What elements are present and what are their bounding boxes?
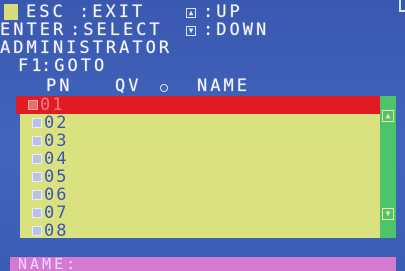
list-item[interactable]: 08	[20, 222, 380, 240]
list-item[interactable]: 03	[20, 132, 380, 150]
qv-checkbox[interactable]	[32, 190, 42, 200]
list-item[interactable]: 07	[20, 204, 380, 222]
list-item[interactable]: 06	[20, 186, 380, 204]
port-number: 06	[44, 185, 69, 205]
scrollbar[interactable]: ▲ ▼	[380, 96, 396, 238]
indicator-block	[4, 4, 18, 20]
up-arrow-icon: ▲	[186, 8, 196, 18]
column-name: NAME	[197, 76, 250, 96]
sun-icon	[160, 84, 168, 92]
qv-checkbox[interactable]	[32, 154, 42, 164]
qv-checkbox[interactable]	[32, 226, 42, 236]
scroll-up-icon[interactable]: ▲	[382, 110, 394, 122]
list-item[interactable]: 02	[20, 114, 380, 132]
up-label[interactable]: :UP	[203, 3, 243, 21]
qv-checkbox[interactable]	[32, 172, 42, 182]
esc-key-label: ESC	[26, 2, 66, 22]
corner-mark	[399, 0, 405, 12]
name-label: NAME:	[18, 255, 79, 271]
port-number: 04	[44, 149, 69, 169]
list-item[interactable]: 05	[20, 168, 380, 186]
down-arrow-icon: ▼	[186, 26, 196, 36]
scroll-down-icon[interactable]: ▼	[382, 208, 394, 220]
port-number: 02	[44, 113, 69, 133]
qv-checkbox[interactable]	[32, 208, 42, 218]
qv-checkbox[interactable]	[32, 136, 42, 146]
port-number: 05	[44, 167, 69, 187]
port-number: 08	[44, 221, 69, 241]
osd-screen: ESC :EXIT ▲ :UP ENTER :SELECT ▼ :DOWN AD…	[0, 0, 405, 271]
down-label[interactable]: :DOWN	[203, 21, 269, 39]
column-qv: QV	[115, 76, 142, 96]
port-list: 01 02 03 04 05 06 07 08	[16, 96, 396, 240]
list-item[interactable]: 01	[16, 96, 380, 114]
enter-key-label: ENTER	[0, 20, 67, 40]
column-pn: PN	[46, 76, 73, 96]
qv-checkbox[interactable]	[32, 118, 42, 128]
port-number: 07	[44, 203, 69, 223]
port-number: 03	[44, 131, 69, 151]
list-item[interactable]: 04	[20, 150, 380, 168]
f1-goto-label[interactable]: :GOTO	[41, 57, 107, 75]
qv-checkbox[interactable]	[28, 100, 38, 110]
port-number: 01	[40, 95, 65, 115]
enter-select-label[interactable]: :SELECT	[70, 21, 163, 39]
esc-exit-label[interactable]: :EXIT	[79, 3, 145, 21]
user-name: ADMINISTRATOR	[0, 38, 173, 58]
